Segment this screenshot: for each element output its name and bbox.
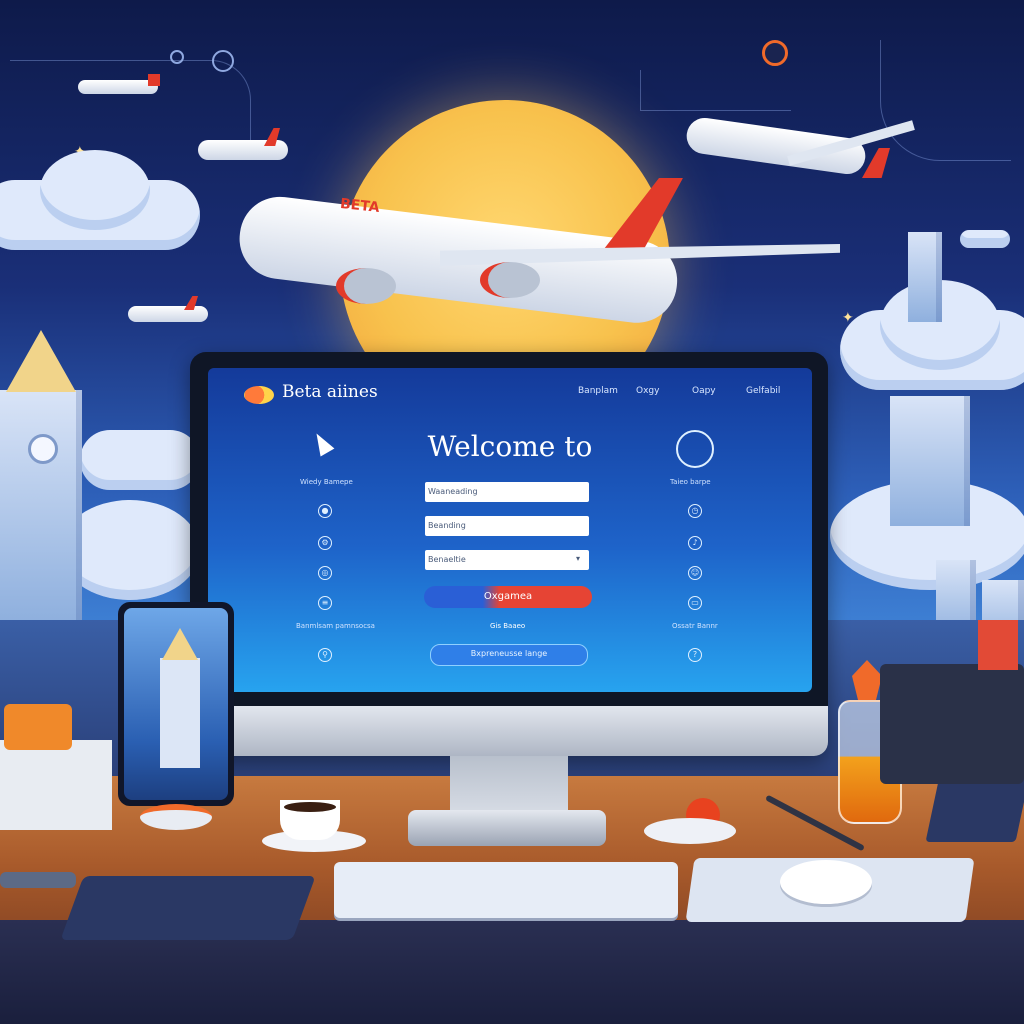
circuit-node-icon [762, 40, 788, 66]
right-panel-footer[interactable]: Ossatr Bannr [672, 622, 718, 630]
info-icon[interactable]: ● [318, 504, 332, 518]
airplane [198, 128, 318, 168]
building [890, 396, 970, 526]
airplane [78, 74, 178, 104]
red-box [978, 620, 1018, 670]
airplane-tail [597, 178, 683, 258]
settings-icon[interactable]: ⚙ [318, 536, 332, 550]
illustration-scene: ✦ ✦ ✦ BETA [0, 0, 1024, 1024]
server-box [880, 664, 1024, 784]
mouse[interactable] [780, 860, 872, 904]
message-icon[interactable]: ≡ [318, 596, 332, 610]
link-icon[interactable]: ⚲ [318, 648, 332, 662]
monitor-stand-base [408, 810, 606, 846]
welcome-heading: Welcome to [427, 430, 593, 463]
clock-tower [0, 390, 82, 620]
left-panel-footer[interactable]: Banmlsam pamnsocsa [296, 622, 375, 630]
nav-item[interactable]: Oxgy [636, 386, 659, 396]
monitor-screen: Beta aiines Banplam Oxgy Oapy Gelfabil W… [208, 368, 812, 692]
airline-logo-icon [244, 386, 274, 404]
cloud [40, 150, 150, 230]
clipboard [60, 876, 316, 940]
circuit-node-icon [212, 50, 234, 72]
airplane-engine [336, 268, 396, 304]
brand-name: Beta aiines [282, 382, 378, 402]
secondary-button[interactable]: Bxpreneusse lange [430, 644, 588, 666]
phone-tower-roof [162, 628, 198, 660]
nav-item[interactable]: Oapy [692, 386, 716, 396]
nav-item[interactable]: Banplam [578, 386, 618, 396]
cloud [960, 230, 1010, 248]
monitor-chin [190, 706, 828, 756]
clock-icon [28, 434, 58, 464]
circuit-line [640, 70, 791, 111]
departure-field[interactable]: Waaneading [425, 482, 589, 502]
cloud [80, 430, 200, 490]
right-panel-heading: Taieo barpe [670, 478, 711, 486]
orange-device [4, 704, 72, 750]
smartphone[interactable] [118, 602, 234, 806]
center-link[interactable]: Gis Baaeo [490, 622, 525, 630]
clock-icon[interactable]: ◷ [688, 504, 702, 518]
date-select[interactable]: Benaeltie [425, 550, 589, 570]
stapler [0, 872, 76, 888]
main-airplane: BETA [235, 178, 840, 328]
left-panel-heading: Wiedy Bamepe [300, 478, 353, 486]
phone-tower [160, 658, 200, 768]
box [0, 740, 112, 830]
globe-icon[interactable]: ◎ [318, 566, 332, 580]
phone-stand [140, 804, 212, 830]
nav-item[interactable]: Gelfabil [746, 386, 780, 396]
search-flights-button[interactable]: Oxgamea [424, 586, 592, 608]
tower-roof [6, 330, 76, 392]
globe-logo-icon [676, 430, 714, 468]
bell-icon[interactable]: ♪ [688, 536, 702, 550]
help-icon[interactable]: ? [688, 648, 702, 662]
arrival-field[interactable]: Beanding [425, 516, 589, 536]
coffee [284, 802, 336, 812]
airplane-engine [480, 262, 540, 298]
user-icon[interactable]: ☺ [688, 566, 702, 580]
building [908, 232, 942, 322]
monitor-stand [450, 756, 568, 816]
circuit-node-icon [170, 50, 184, 64]
airplane [128, 296, 228, 330]
plate [644, 818, 736, 844]
chevron-down-icon[interactable]: ▾ [576, 554, 580, 563]
airplane [684, 115, 926, 184]
card-icon[interactable]: ▭ [688, 596, 702, 610]
phone-screen [124, 608, 228, 800]
keyboard[interactable] [334, 862, 678, 918]
